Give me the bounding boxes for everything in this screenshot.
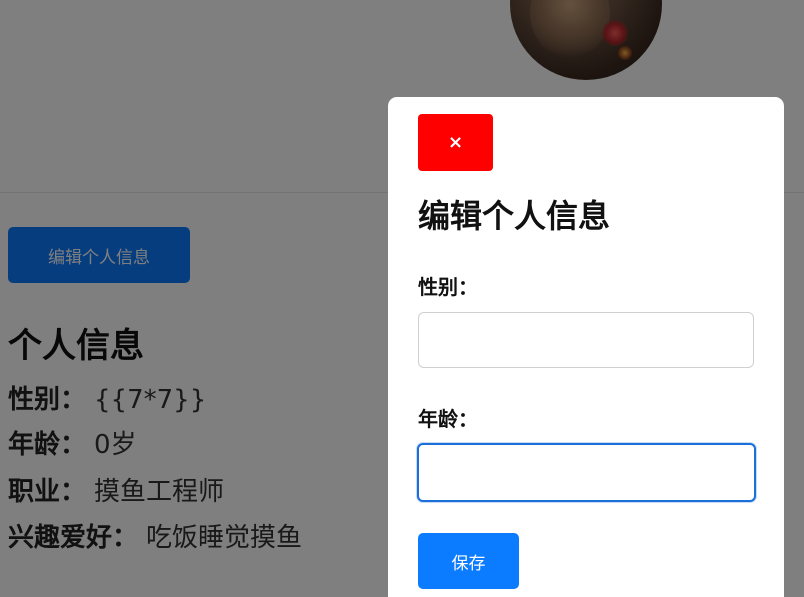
gender-label: 性别： [418,275,478,299]
gender-input[interactable] [418,312,754,368]
close-button[interactable]: × [418,114,493,171]
edit-profile-modal: × 编辑个人信息 性别： 年龄： 保存 [388,97,784,597]
age-label: 年龄： [418,407,478,431]
age-input[interactable] [417,443,756,502]
save-button[interactable]: 保存 [418,533,519,589]
profile-page: 编辑个人信息 个人信息 性别：{{7*7}} 年龄：0岁 职业：摸鱼工程师 兴趣… [0,0,804,597]
modal-title: 编辑个人信息 [418,197,611,235]
